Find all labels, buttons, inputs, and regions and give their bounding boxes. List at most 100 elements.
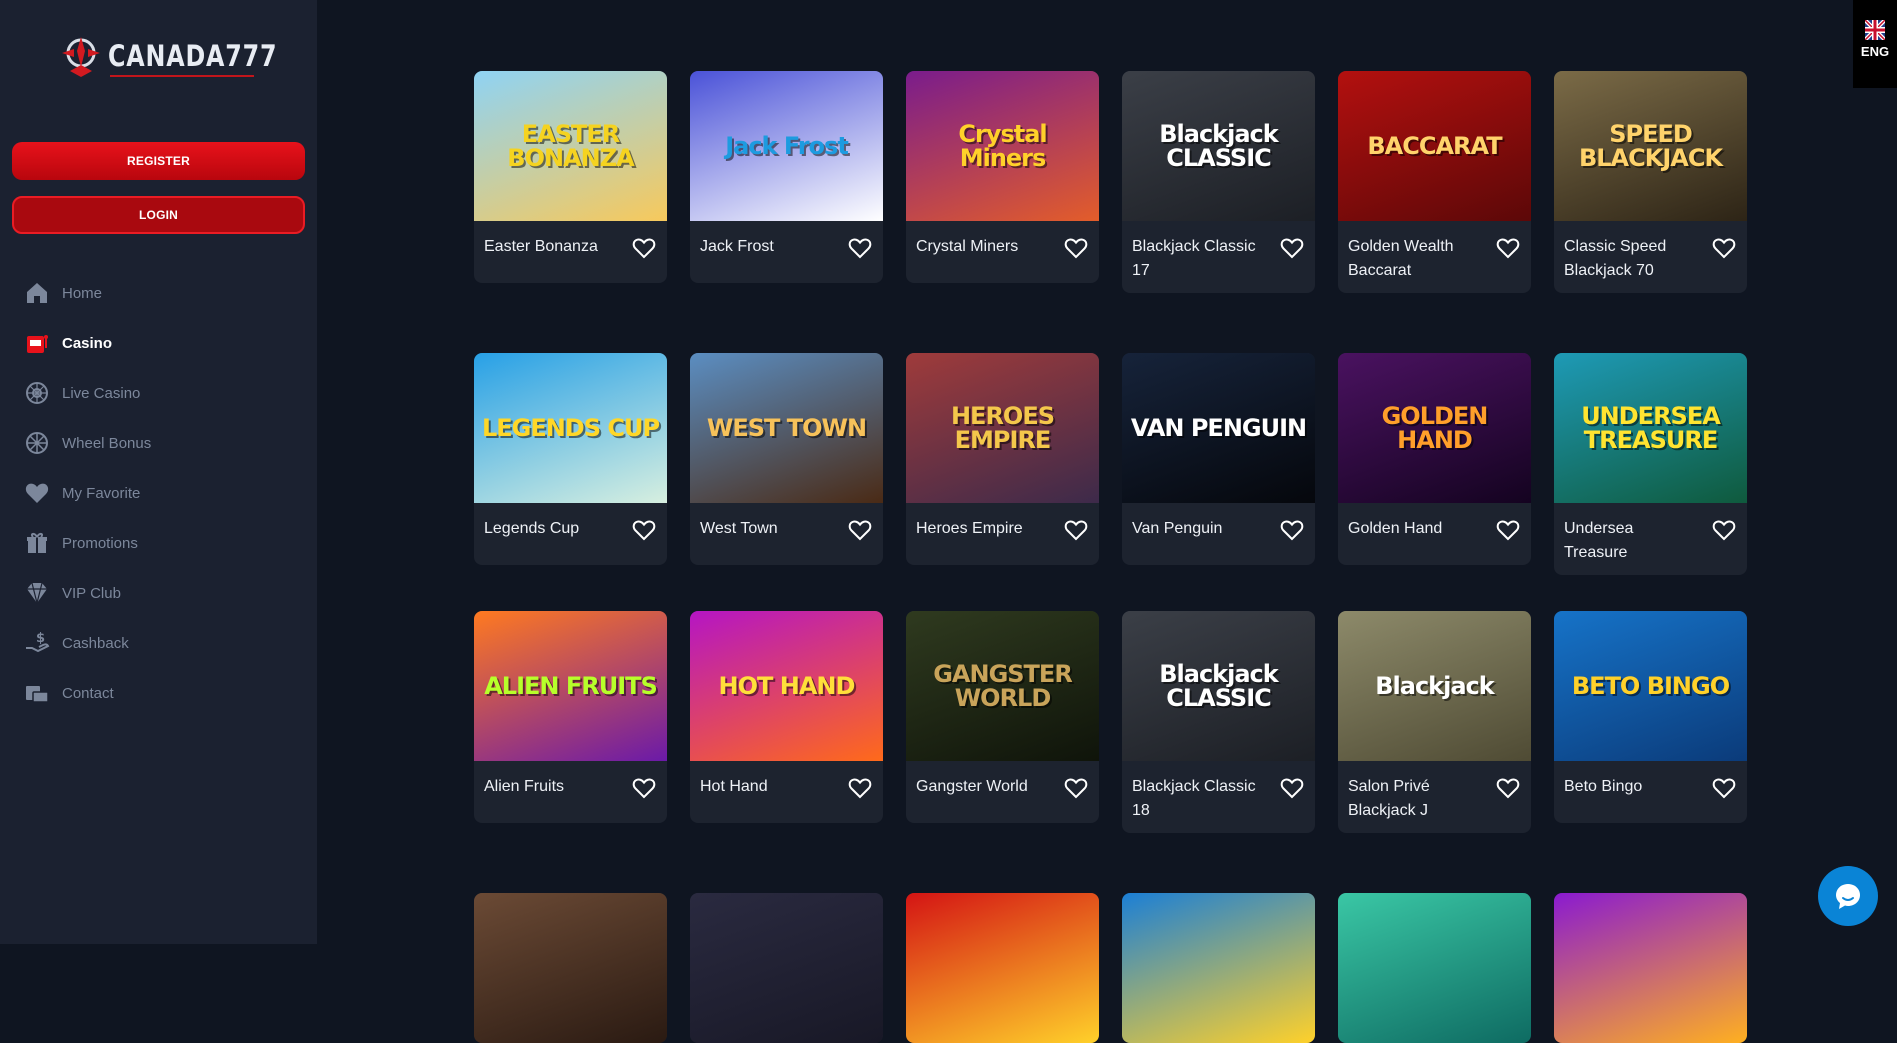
sidebar-item-live-casino[interactable]: Live Casino [24,368,304,418]
game-card[interactable]: GANGSTER WORLD Gangster World [906,611,1099,823]
game-thumbnail[interactable]: BETO BINGO [1554,611,1747,761]
game-name: Beto Bingo [1564,778,1643,795]
sidebar-item-casino[interactable]: Casino [24,318,304,368]
game-card[interactable]: Crystal Miners Crystal Miners [906,71,1099,283]
favorite-heart-icon[interactable] [1495,517,1521,543]
favorite-heart-icon[interactable] [631,775,657,801]
game-card-footer: Van Penguin [1122,503,1315,565]
game-card[interactable]: Blackjack CLASSIC Blackjack Classic 18 [1122,611,1315,833]
favorite-heart-icon[interactable] [847,517,873,543]
game-card[interactable]: GOLDEN HAND Golden Hand [1338,353,1531,565]
game-card[interactable] [1122,893,1315,1043]
favorite-heart-icon[interactable] [631,517,657,543]
game-thumbnail[interactable] [906,893,1099,1043]
sidebar-item-contact[interactable]: Contact [24,668,304,718]
favorite-heart-icon[interactable] [847,235,873,261]
game-name: Salon Privé Blackjack J [1348,778,1430,819]
favorite-heart-icon[interactable] [847,775,873,801]
game-card-footer: Golden Wealth Baccarat [1338,221,1531,293]
game-thumbnail[interactable]: GOLDEN HAND [1338,353,1531,503]
game-thumbnail[interactable] [474,893,667,1043]
game-card-footer: Golden Hand [1338,503,1531,565]
game-card[interactable]: SPEED BLACKJACK Classic Speed Blackjack 7… [1554,71,1747,293]
register-button[interactable]: REGISTER [12,142,305,180]
game-card[interactable]: HEROES EMPIRE Heroes Empire [906,353,1099,565]
favorite-heart-icon[interactable] [1495,235,1521,261]
sidebar-item-wheel-bonus[interactable]: Wheel Bonus [24,418,304,468]
game-card[interactable]: ALIEN FRUITS Alien Fruits [474,611,667,823]
favorite-heart-icon[interactable] [1495,775,1521,801]
game-thumbnail[interactable]: BACCARAT [1338,71,1531,221]
game-thumbnail-logo: Jack Frost [725,132,849,160]
game-thumbnail[interactable]: Blackjack [1338,611,1531,761]
game-thumbnail[interactable] [1554,893,1747,1043]
language-code: ENG [1860,44,1890,59]
sidebar-item-my-favorite[interactable]: My Favorite [24,468,304,518]
game-thumbnail[interactable]: Blackjack CLASSIC [1122,71,1315,221]
game-card[interactable] [690,893,883,1043]
game-card[interactable] [906,893,1099,1043]
favorite-heart-icon[interactable] [1711,775,1737,801]
game-card[interactable] [474,893,667,1043]
favorite-heart-icon[interactable] [1279,235,1305,261]
game-thumbnail[interactable]: GANGSTER WORLD [906,611,1099,761]
diamond-icon [24,580,50,606]
game-thumbnail-logo: HOT HAND [718,672,856,700]
sidebar-item-label: Promotions [62,534,138,552]
favorite-heart-icon[interactable] [1063,517,1089,543]
game-card[interactable] [1554,893,1747,1043]
game-card[interactable]: UNDERSEA TREASURE Undersea Treasure [1554,353,1747,575]
game-thumbnail[interactable]: LEGENDS CUP [474,353,667,503]
sidebar: CANADA777 REGISTER LOGIN Home Casino Live … [0,0,317,944]
game-thumbnail[interactable]: Crystal Miners [906,71,1099,221]
game-thumbnail-logo: VAN PENGUIN [1130,414,1307,442]
game-card-footer: Blackjack Classic 17 [1122,221,1315,293]
game-thumbnail[interactable]: HEROES EMPIRE [906,353,1099,503]
game-thumbnail[interactable]: ALIEN FRUITS [474,611,667,761]
game-card[interactable]: Jack Frost Jack Frost [690,71,883,283]
game-name: Blackjack Classic 18 [1132,778,1256,819]
game-card[interactable]: EASTER BONANZA Easter Bonanza [474,71,667,283]
favorite-heart-icon[interactable] [1279,517,1305,543]
game-thumbnail[interactable]: Blackjack CLASSIC [1122,611,1315,761]
game-thumbnail[interactable] [690,893,883,1043]
game-name: Golden Wealth Baccarat [1348,238,1454,279]
sidebar-item-promotions[interactable]: Promotions [24,518,304,568]
game-card-footer: Hot Hand [690,761,883,823]
favorite-heart-icon[interactable] [1711,517,1737,543]
game-thumbnail[interactable]: VAN PENGUIN [1122,353,1315,503]
game-card[interactable]: Blackjack CLASSIC Blackjack Classic 17 [1122,71,1315,293]
game-thumbnail[interactable]: SPEED BLACKJACK [1554,71,1747,221]
game-thumbnail[interactable]: WEST TOWN [690,353,883,503]
game-thumbnail[interactable] [1338,893,1531,1043]
live-chat-button[interactable] [1818,866,1878,926]
game-card[interactable]: Blackjack Salon Privé Blackjack J [1338,611,1531,833]
sidebar-item-vip-club[interactable]: VIP Club [24,568,304,618]
game-card[interactable]: LEGENDS CUP Legends Cup [474,353,667,565]
game-name: Undersea Treasure [1564,520,1634,561]
svg-text:$: $ [36,631,45,646]
game-thumbnail[interactable] [1122,893,1315,1043]
game-thumbnail[interactable]: EASTER BONANZA [474,71,667,221]
sidebar-item-home[interactable]: Home [24,268,304,318]
sidebar-item-cashback[interactable]: $ Cashback [24,618,304,668]
game-thumbnail-logo: BETO BINGO [1571,672,1730,700]
favorite-heart-icon[interactable] [1711,235,1737,261]
game-thumbnail[interactable]: UNDERSEA TREASURE [1554,353,1747,503]
favorite-heart-icon[interactable] [1063,775,1089,801]
favorite-heart-icon[interactable] [1279,775,1305,801]
game-thumbnail-logo: Blackjack CLASSIC [1159,120,1279,172]
game-card[interactable]: WEST TOWN West Town [690,353,883,565]
favorite-heart-icon[interactable] [1063,235,1089,261]
language-selector[interactable]: ENG [1853,0,1897,88]
game-thumbnail[interactable]: HOT HAND [690,611,883,761]
game-card[interactable]: VAN PENGUIN Van Penguin [1122,353,1315,565]
game-card[interactable]: HOT HAND Hot Hand [690,611,883,823]
login-button[interactable]: LOGIN [12,196,305,234]
game-card[interactable]: BETO BINGO Beto Bingo [1554,611,1747,823]
game-card[interactable] [1338,893,1531,1043]
game-thumbnail[interactable]: Jack Frost [690,71,883,221]
slot-machine-icon [24,330,50,356]
favorite-heart-icon[interactable] [631,235,657,261]
game-card[interactable]: BACCARAT Golden Wealth Baccarat [1338,71,1531,293]
